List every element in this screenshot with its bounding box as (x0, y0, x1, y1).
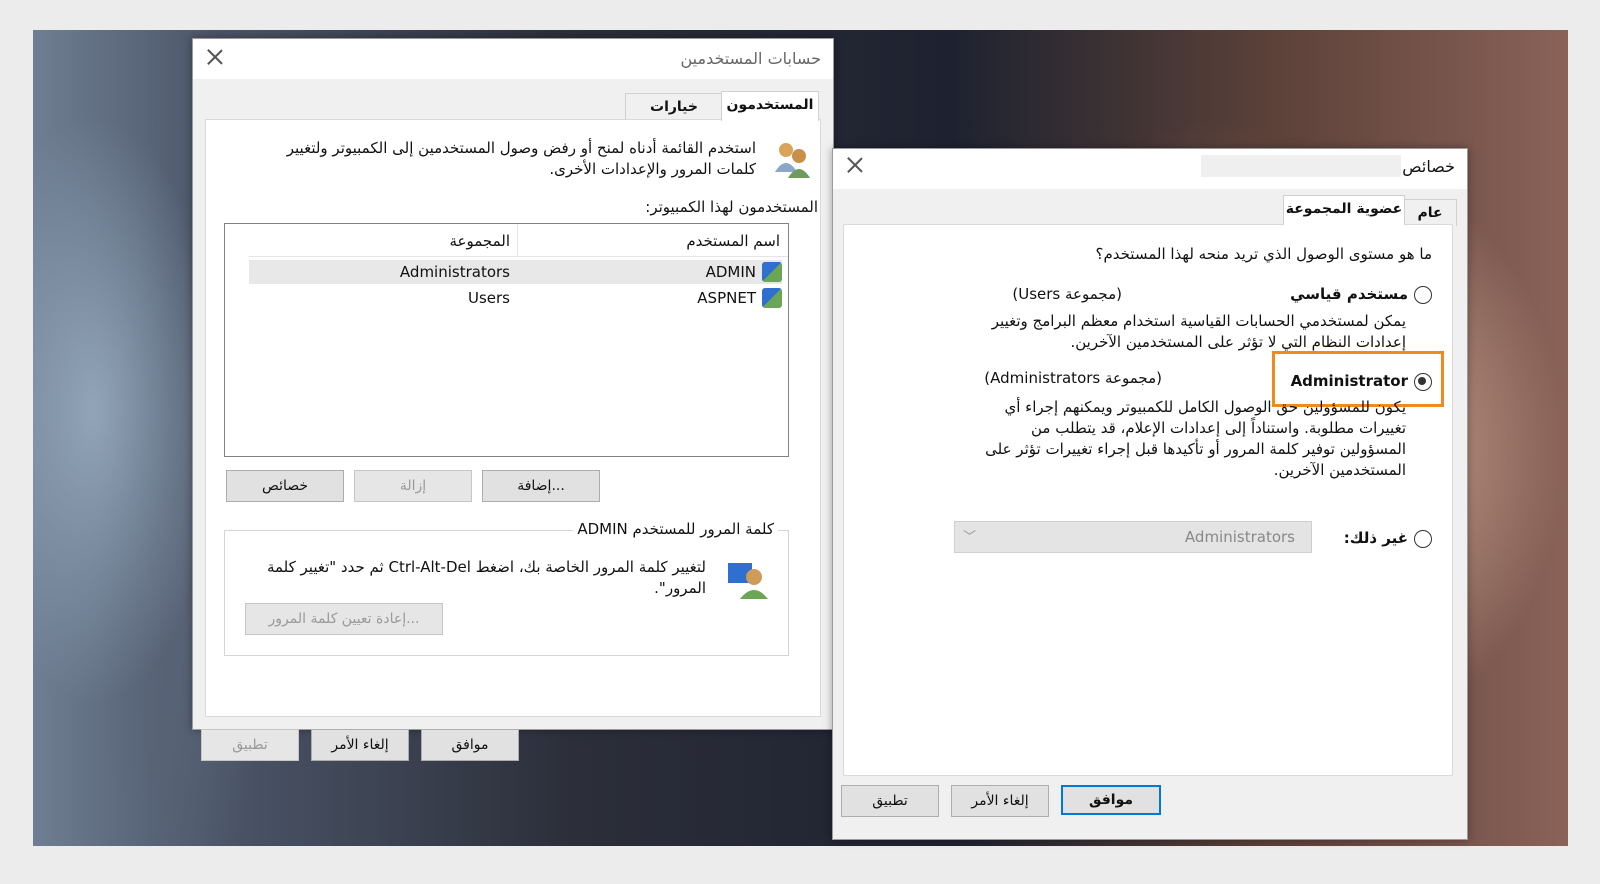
window-title: خصائص (1402, 157, 1455, 176)
standard-user-group: (مجموعة Users) (1012, 285, 1122, 303)
tab-users[interactable]: المستخدمون (721, 91, 819, 121)
add-button[interactable]: إضافة... (482, 470, 600, 502)
password-groupbox: كلمة المرور للمستخدم ADMIN لتغيير كلمة ا… (224, 520, 789, 656)
tab-general[interactable]: عام (1403, 199, 1457, 226)
column-header-group[interactable]: المجموعة (449, 232, 510, 250)
username-cell: ASPNET (697, 289, 756, 307)
users-list-label: المستخدمون لهذا الكمبيوتر: (645, 198, 818, 216)
ok-button[interactable]: موافق (421, 729, 519, 761)
tab-group-membership[interactable]: عضوية المجموعة (1283, 195, 1405, 225)
close-icon[interactable] (205, 47, 225, 67)
ok-button[interactable]: موافق (1061, 785, 1161, 815)
password-group-label: كلمة المرور للمستخدم ADMIN (573, 520, 778, 538)
users-tab-panel: استخدم القائمة أدناه لمنح أو رفض وصول ال… (205, 119, 821, 717)
table-row[interactable]: ADMIN Administrators (249, 260, 782, 284)
user-accounts-window: حسابات المستخدمين المستخدمون خيارات متقد… (192, 38, 834, 761)
close-icon[interactable] (845, 155, 865, 175)
users-icon (775, 143, 810, 178)
tab-advanced[interactable]: خيارات متقدمة (625, 93, 723, 141)
apply-button[interactable]: تطبيق (201, 729, 299, 761)
window-title: حسابات المستخدمين (680, 49, 822, 68)
user-password-icon (728, 563, 768, 599)
standard-user-label[interactable]: مستخدم قياسي (1290, 285, 1408, 303)
administrator-description: يكون للمسؤولين حق الوصول الكامل للكمبيوت… (985, 398, 1406, 479)
administrator-group: (مجموعة Administrators) (984, 369, 1162, 387)
window-body: المستخدمون خيارات متقدمة استخدم القائمة … (193, 79, 833, 761)
window-body: عام عضوية المجموعة ما هو مستوى الوصول ال… (833, 189, 1467, 839)
cancel-button[interactable]: إلغاء الأمر (311, 729, 409, 761)
user-icon (762, 262, 782, 282)
title-bar: خصائص (833, 149, 1467, 189)
group-membership-panel: ما هو مستوى الوصول الذي تريد منحه لهذا ا… (843, 224, 1453, 776)
username-cell: ADMIN (705, 263, 756, 281)
intro-text: استخدم القائمة أدناه لمنح أو رفض وصول ال… (286, 139, 756, 178)
redacted-username (1201, 155, 1401, 177)
column-divider (517, 224, 518, 256)
reset-password-button[interactable]: إعادة تعيين كلمة المرور... (245, 603, 443, 635)
properties-button[interactable]: خصائص (226, 470, 344, 502)
properties-window: خصائص عام عضوية المجموعة ما هو مستوى الو… (832, 148, 1468, 840)
standard-user-radio[interactable] (1414, 286, 1432, 304)
table-row[interactable]: ASPNET Users (249, 286, 782, 310)
table-header: اسم المستخدم المجموعة (249, 224, 788, 257)
group-cell: Administrators (399, 263, 510, 281)
password-instructions: لتغيير كلمة المرور الخاصة بك، اضغط Ctrl-… (266, 558, 706, 597)
apply-button[interactable]: تطبيق (841, 785, 939, 817)
user-icon (762, 288, 782, 308)
other-group-value: Administrators (1184, 528, 1295, 546)
group-cell: Users (467, 289, 510, 307)
other-radio[interactable] (1414, 530, 1432, 548)
standard-user-description: يمكن لمستخدمي الحسابات القياسية استخدام … (991, 312, 1406, 351)
cancel-button[interactable]: إلغاء الأمر (951, 785, 1049, 817)
title-bar: حسابات المستخدمين (193, 39, 833, 79)
users-table: اسم المستخدم المجموعة ADMIN Administrato… (224, 223, 789, 457)
access-level-question: ما هو مستوى الوصول الذي تريد منحه لهذا ا… (1095, 245, 1433, 263)
other-label[interactable]: غير ذلك: (1344, 529, 1408, 547)
column-header-username[interactable]: اسم المستخدم (686, 232, 780, 250)
chevron-down-icon: ﹀ (963, 530, 977, 545)
remove-button[interactable]: إزالة (354, 470, 472, 502)
other-group-select[interactable]: ﹀ Administrators (954, 521, 1312, 553)
